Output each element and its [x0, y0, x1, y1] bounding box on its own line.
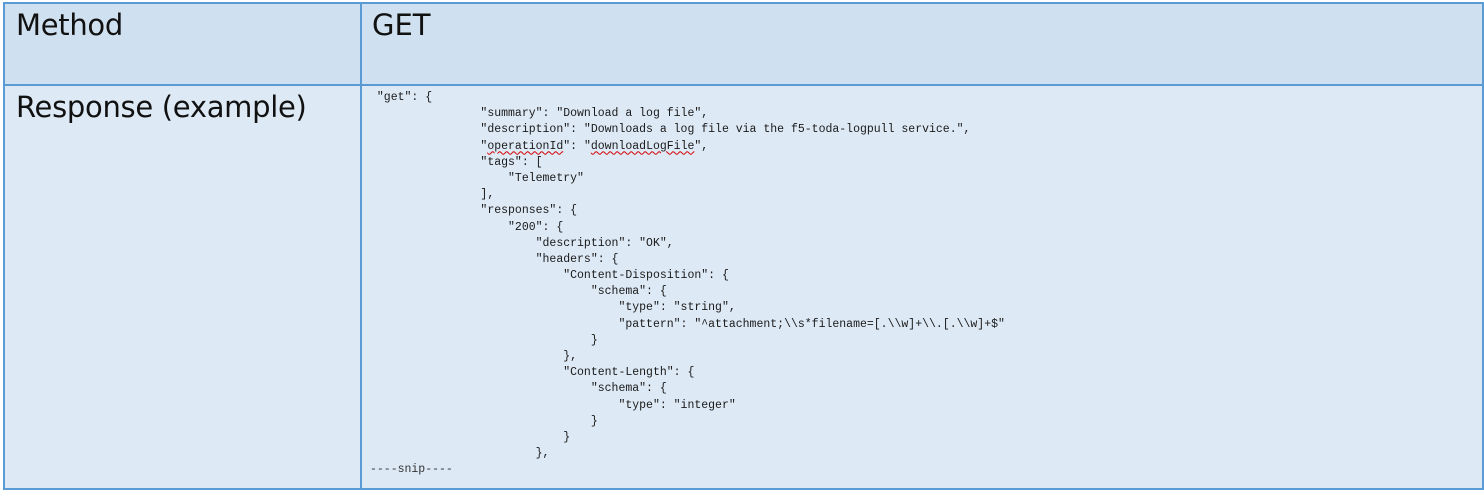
- response-label-cell: Response (example): [3, 84, 362, 490]
- method-row: Method GET: [3, 2, 1484, 86]
- code-line: },: [370, 350, 578, 363]
- code-line: ],: [370, 188, 495, 202]
- spellcheck-flag: operationId: [487, 139, 564, 153]
- code-line: "type": "integer": [370, 398, 736, 412]
- code-line: "operationId": "downloadLogFile",: [370, 139, 709, 153]
- code-line: "Content-Disposition": {: [370, 269, 729, 283]
- snip-marker: ----snip----: [370, 463, 453, 477]
- method-label: Method: [16, 8, 123, 42]
- code-line: }: [370, 430, 571, 444]
- code-line: "type": "string",: [370, 301, 736, 315]
- code-line: },: [370, 447, 550, 461]
- code-line: "summary": "Download a log file",: [370, 107, 709, 121]
- response-label: Response (example): [16, 90, 307, 124]
- response-row: Response (example) "get": { "summary": "…: [3, 84, 1484, 490]
- api-spec-table: Method GET Response (example) "get": { "…: [3, 2, 1484, 490]
- code-line: "description": "Downloads a log file via…: [370, 123, 971, 137]
- code-line: }: [370, 414, 598, 428]
- method-value: GET: [372, 8, 431, 42]
- code-line: "get": {: [370, 91, 433, 104]
- spellcheck-flag: downloadLogFile: [590, 139, 695, 153]
- code-line: "responses": {: [370, 204, 578, 218]
- code-line: "Content-Length": {: [370, 366, 695, 380]
- code-line: }: [370, 333, 598, 347]
- code-line: "Telemetry": [370, 171, 584, 185]
- code-line: "headers": {: [370, 252, 619, 266]
- method-label-cell: Method: [3, 2, 362, 86]
- response-code-block: "get": { "summary": "Download a log file…: [362, 86, 1482, 479]
- code-line: "200": {: [370, 220, 564, 234]
- method-value-cell: GET: [360, 2, 1484, 86]
- code-line: "description": "OK",: [370, 236, 674, 250]
- code-line: "pattern": "^attachment;\\s*filename=[.\…: [370, 317, 1005, 331]
- code-line: "schema": {: [370, 285, 667, 299]
- code-line: "schema": {: [370, 382, 667, 396]
- code-line: "tags": [: [370, 155, 543, 169]
- response-code-cell: "get": { "summary": "Download a log file…: [360, 84, 1484, 490]
